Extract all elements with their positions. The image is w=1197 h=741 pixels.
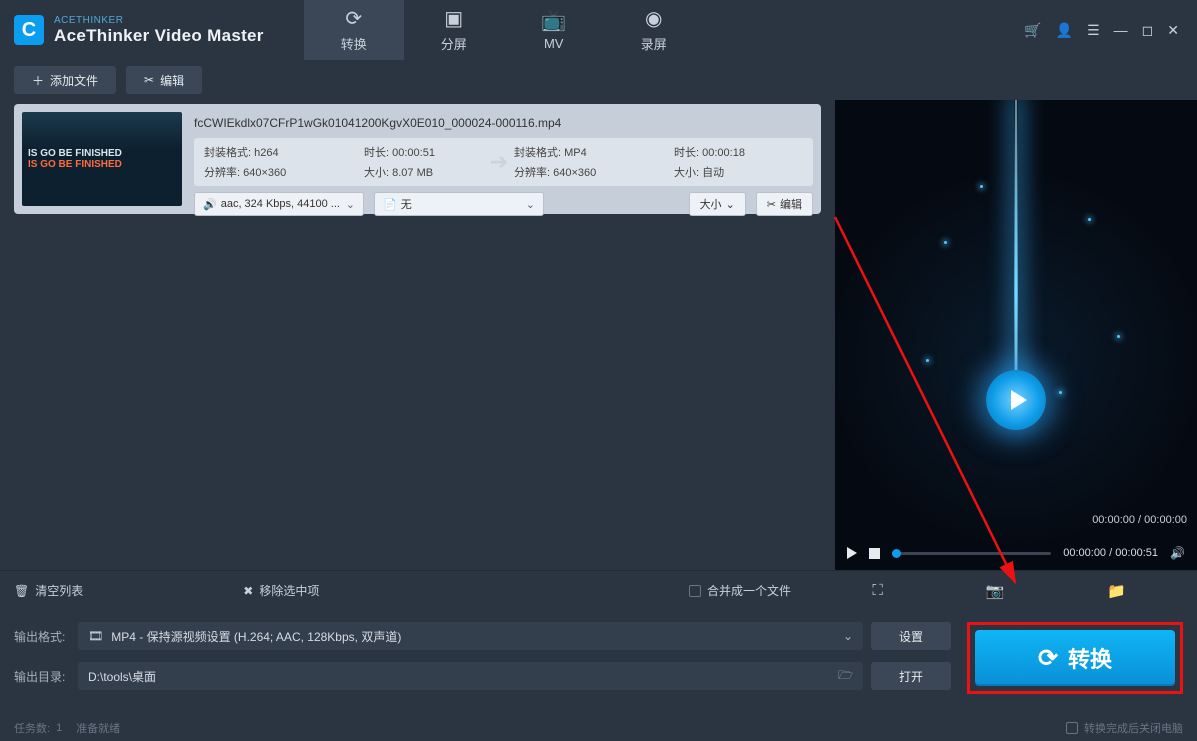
tab-split[interactable]: ▣ 分屏 (404, 0, 504, 60)
camera-icon[interactable]: 📷 (986, 582, 1005, 600)
minimize-icon[interactable]: — (1114, 22, 1128, 38)
subtitle-icon: 📄 (383, 198, 397, 211)
file-list: IS GO BE FINISHED IS GO BE FINISHED fcCW… (0, 100, 835, 570)
main-area: IS GO BE FINISHED IS GO BE FINISHED fcCW… (0, 100, 1197, 570)
app-logo-icon: C (14, 15, 44, 45)
play-button[interactable] (847, 547, 857, 559)
tab-mv[interactable]: 📺 MV (504, 0, 604, 60)
browse-folder-icon[interactable]: 🗁 (838, 666, 853, 687)
preview-controls: 00:00:00 / 00:00:51 🔊 (835, 536, 1197, 570)
volume-icon[interactable]: 🔊 (1170, 546, 1185, 560)
window-controls: 🛒 👤 ☰ — ◻ ✕ (1024, 22, 1197, 39)
card-edit-button[interactable]: ✂ 编辑 (756, 192, 813, 216)
settings-button[interactable]: 设置 (871, 622, 951, 650)
output-format-label: 输出格式: (14, 628, 70, 645)
convert-icon: ⟳ (345, 8, 362, 30)
trash-icon: 🗑 (14, 584, 29, 598)
remove-icon: ✖ (243, 584, 253, 598)
play-orb-icon (986, 370, 1046, 430)
plus-icon: ＋ (32, 72, 44, 89)
shutdown-label: 转换完成后关闭电脑 (1084, 720, 1183, 736)
add-file-button[interactable]: ＋ 添加文件 (14, 66, 116, 94)
tasks-count: 1 (56, 722, 62, 734)
card-info: fcCWIEkdlx07CFrP1wGk01041200KgvX0E010_00… (194, 112, 813, 206)
record-icon: ◉ (645, 8, 662, 30)
status-ready: 准备就绪 (76, 720, 120, 736)
clear-list-button[interactable]: 🗑 清空列表 (14, 582, 83, 599)
preview-panel: 00:00:00 / 00:00:00 00:00:00 / 00:00:51 … (835, 100, 1197, 570)
chevron-down-icon: ⌄ (526, 198, 535, 211)
statusbar: 任务数: 1 准备就绪 转换完成后关闭电脑 (0, 715, 1197, 741)
user-icon[interactable]: 👤 (1056, 22, 1073, 39)
crop-icon[interactable]: ⛶ (872, 582, 883, 600)
toolbar: ＋ 添加文件 ✂ 编辑 (0, 60, 1197, 100)
tab-record[interactable]: ◉ 录屏 (604, 0, 704, 60)
video-thumbnail[interactable]: IS GO BE FINISHED IS GO BE FINISHED (22, 112, 182, 206)
merge-checkbox[interactable]: 合并成一个文件 (689, 582, 791, 599)
preview-tool-icons: ⛶ 📷 📁 (821, 582, 1183, 600)
edit-button[interactable]: ✂ 编辑 (126, 66, 202, 94)
scissors-icon: ✂ (767, 198, 776, 211)
chevron-down-icon: ⌄ (843, 629, 853, 643)
audio-icon: 🔊 (203, 198, 217, 211)
brand-block: ACETHINKER AceThinker Video Master (54, 15, 264, 46)
cart-icon[interactable]: 🛒 (1024, 22, 1041, 39)
output-dir-input[interactable]: D:\tools\桌面 🗁 (78, 662, 863, 690)
file-card[interactable]: IS GO BE FINISHED IS GO BE FINISHED fcCW… (14, 104, 821, 214)
shutdown-checkbox[interactable] (1066, 722, 1078, 734)
file-name: fcCWIEkdlx07CFrP1wGk01041200KgvX0E010_00… (194, 112, 813, 138)
preview-time: 00:00:00 / 00:00:51 (1063, 547, 1158, 559)
preview-canvas[interactable]: 00:00:00 / 00:00:00 (835, 100, 1197, 570)
mv-icon: 📺 (541, 10, 566, 32)
brand-title: AceThinker Video Master (54, 26, 264, 46)
list-actions: 🗑 清空列表 ✖ 移除选中项 合并成一个文件 ⛶ 📷 📁 (0, 570, 1197, 610)
preview-overlay-time: 00:00:00 / 00:00:00 (1092, 514, 1187, 526)
stop-button[interactable] (869, 548, 880, 559)
maximize-icon[interactable]: ◻ (1142, 22, 1154, 39)
tab-convert[interactable]: ⟳ 转换 (304, 0, 404, 60)
output-format-dropdown[interactable]: 🎞 MP4 - 保持源视频设置 (H.264; AAC, 128Kbps, 双声… (78, 622, 863, 650)
size-button[interactable]: 大小 ⌄ (689, 192, 746, 216)
brand-small: ACETHINKER (54, 15, 264, 26)
format-icon: 🎞 (88, 629, 103, 643)
seek-slider[interactable] (892, 552, 1051, 555)
menu-icon[interactable]: ☰ (1087, 22, 1100, 39)
split-icon: ▣ (444, 8, 463, 30)
main-tabs: ⟳ 转换 ▣ 分屏 📺 MV ◉ 录屏 (304, 0, 704, 60)
tasks-label: 任务数: (14, 720, 50, 736)
subtitle-dropdown[interactable]: 📄 无 ⌄ (374, 192, 544, 216)
scissors-icon: ✂ (144, 73, 154, 87)
meta-grid: 封装格式: h264 分辨率: 640×360 时长: 00:00:51 大小:… (194, 138, 813, 186)
chevron-down-icon: ⌄ (346, 198, 355, 211)
convert-icon: ⟳ (1038, 644, 1058, 673)
convert-button[interactable]: ⟳ 转换 (975, 630, 1175, 686)
checkbox-icon (689, 585, 701, 597)
convert-highlight: ⟳ 转换 (967, 622, 1183, 694)
titlebar: C ACETHINKER AceThinker Video Master ⟳ 转… (0, 0, 1197, 60)
close-icon[interactable]: ✕ (1167, 22, 1179, 39)
arrow-icon: ➔ (484, 149, 514, 175)
output-settings: 输出格式: 🎞 MP4 - 保持源视频设置 (H.264; AAC, 128Kb… (0, 610, 1197, 694)
audio-track-dropdown[interactable]: 🔊 aac, 324 Kbps, 44100 ... ⌄ (194, 192, 364, 216)
card-controls: 🔊 aac, 324 Kbps, 44100 ... ⌄ 📄 无 ⌄ 大小 ⌄ (194, 192, 813, 216)
folder-icon[interactable]: 📁 (1107, 582, 1126, 600)
open-button[interactable]: 打开 (871, 662, 951, 690)
remove-selected-button[interactable]: ✖ 移除选中项 (243, 582, 319, 599)
output-dir-label: 输出目录: (14, 668, 70, 685)
chevron-down-icon: ⌄ (726, 198, 735, 211)
